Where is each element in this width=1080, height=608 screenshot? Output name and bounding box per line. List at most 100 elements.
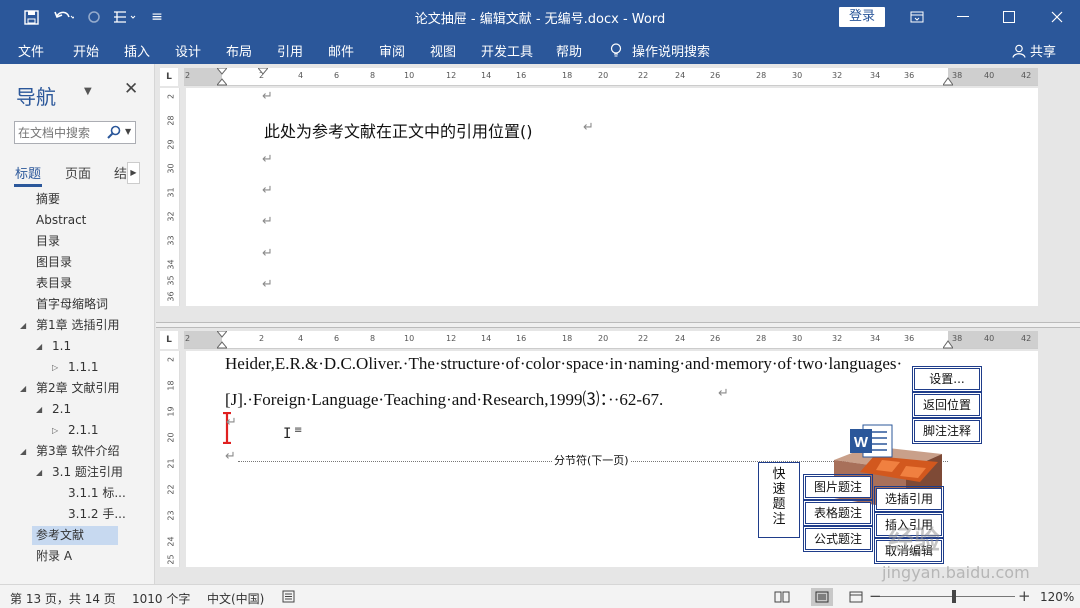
vertical-ruler-bottom[interactable]: 2 18 19 20 21 22 23 24 25 <box>160 351 180 567</box>
tab-home[interactable]: 开始 <box>73 41 99 60</box>
collapse-triangle-icon[interactable]: ◢ <box>20 316 26 335</box>
indent-marker[interactable] <box>217 68 227 86</box>
zoom-in-icon[interactable]: + <box>1018 587 1031 605</box>
tab-insert[interactable]: 插入 <box>124 41 150 60</box>
tab-selector-bottom[interactable]: L <box>160 331 178 349</box>
share-button[interactable]: 共享 <box>1012 41 1056 60</box>
formula-caption-button[interactable]: 公式题注 <box>803 526 873 552</box>
nav-heading-item[interactable]: 2.1 <box>52 400 71 419</box>
word-count[interactable]: 1010 个字 <box>132 590 190 607</box>
search-icon[interactable] <box>107 125 121 139</box>
search-dropdown-icon[interactable]: ▼ <box>125 127 131 136</box>
nav-options-icon[interactable]: ▼ <box>84 86 92 97</box>
figure-caption-button[interactable]: 图片题注 <box>803 474 873 500</box>
nav-heading-item-selected[interactable]: 参考文献 <box>32 526 118 545</box>
nav-heading-item[interactable]: 3.1.1 标... <box>68 484 126 503</box>
return-position-button[interactable]: 返回位置 <box>912 392 982 418</box>
tab-mailings[interactable]: 邮件 <box>328 41 354 60</box>
quick-caption-button[interactable]: 快 速 题 注 <box>758 462 800 538</box>
expand-triangle-icon[interactable]: ▷ <box>52 358 58 377</box>
tab-selector[interactable]: L <box>160 68 178 86</box>
ruler-tick: 30 <box>792 71 803 80</box>
ruler-tick: 19 <box>166 406 176 417</box>
nav-tab-headings[interactable]: 标题 <box>15 163 41 182</box>
footnote-button[interactable]: 脚注注释 <box>912 418 982 444</box>
expand-triangle-icon[interactable]: ▷ <box>52 421 58 440</box>
maximize-icon[interactable] <box>986 0 1032 34</box>
nav-heading-item[interactable]: 2.1.1 <box>68 421 99 440</box>
right-indent-marker[interactable] <box>943 340 953 349</box>
ruler-tick: 6 <box>334 334 340 343</box>
nav-heading-item[interactable]: 3.1 题注引用 <box>52 463 123 482</box>
close-icon[interactable] <box>1034 0 1080 34</box>
minimize-icon[interactable] <box>940 0 986 34</box>
nav-close-icon[interactable]: ✕ <box>124 79 138 99</box>
print-layout-icon[interactable] <box>811 588 833 606</box>
nav-tab-scroll-right-icon[interactable]: ▶ <box>127 162 140 184</box>
nav-heading-item[interactable]: 附录 A <box>36 547 72 566</box>
read-mode-icon[interactable] <box>771 588 793 606</box>
tab-developer[interactable]: 开发工具 <box>481 41 533 60</box>
nav-search-input[interactable] <box>15 122 103 143</box>
citation-location-text[interactable]: 此处为参考文献在正文中的引用位置() <box>264 118 533 142</box>
web-layout-icon[interactable] <box>845 588 867 606</box>
ruler-tick: 29 <box>166 139 176 150</box>
nav-heading-item[interactable]: 1.1 <box>52 337 71 356</box>
nav-heading-item[interactable]: 第2章 文献引用 <box>36 379 119 398</box>
collapse-triangle-icon[interactable]: ◢ <box>36 337 42 356</box>
language-status[interactable]: 中文(中国) <box>207 590 264 607</box>
nav-search-box[interactable]: ▼ <box>14 121 136 144</box>
nav-heading-item[interactable]: 图目录 <box>36 253 72 272</box>
tab-design[interactable]: 设计 <box>175 41 201 60</box>
collapse-triangle-icon[interactable]: ◢ <box>20 379 26 398</box>
collapse-triangle-icon[interactable]: ◢ <box>36 400 42 419</box>
ruler-tick: 10 <box>404 71 415 80</box>
nav-heading-item[interactable]: 第3章 软件介绍 <box>36 442 119 461</box>
nav-tab-pages[interactable]: 页面 <box>65 163 91 182</box>
tab-layout[interactable]: 布局 <box>226 41 252 60</box>
nav-heading-item[interactable]: Abstract <box>36 211 86 230</box>
first-line-indent-marker[interactable] <box>258 68 268 76</box>
nav-tab-results[interactable]: 结 <box>114 163 127 182</box>
tab-references[interactable]: 引用 <box>277 41 303 60</box>
nav-heading-item[interactable]: 摘要 <box>36 190 60 209</box>
nav-heading-item[interactable]: 第1章 选插引用 <box>36 316 119 335</box>
nav-heading-item[interactable]: 3.1.2 手... <box>68 505 126 524</box>
collapse-triangle-icon[interactable]: ◢ <box>36 463 42 482</box>
ruler-tick: 2 <box>166 356 176 363</box>
collapse-triangle-icon[interactable]: ◢ <box>20 442 26 461</box>
right-indent-marker[interactable] <box>943 77 953 86</box>
window-split-bar[interactable] <box>156 322 1080 328</box>
table-caption-button[interactable]: 表格题注 <box>803 500 873 526</box>
tab-review[interactable]: 审阅 <box>379 41 405 60</box>
nav-heading-item[interactable]: 1.1.1 <box>68 358 99 377</box>
nav-heading-item[interactable]: 首字母缩略词 <box>36 295 108 314</box>
ribbon-display-icon[interactable] <box>894 0 940 34</box>
tab-file[interactable]: 文件 <box>18 41 44 60</box>
settings-button[interactable]: 设置... <box>912 366 982 392</box>
ibeam-pointer-icon: I <box>283 426 292 442</box>
select-reference-button[interactable]: 选插引用 <box>874 486 944 512</box>
zoom-level[interactable]: 120% <box>1040 590 1074 604</box>
login-button[interactable]: 登录 <box>839 7 885 27</box>
ruler-tick: 26 <box>710 71 721 80</box>
zoom-slider[interactable] <box>880 596 1015 597</box>
indent-marker[interactable] <box>217 331 227 349</box>
page-count[interactable]: 第 13 页，共 14 页 <box>10 590 116 607</box>
paragraph-mark: ↵ <box>262 89 273 104</box>
tell-me-search[interactable]: 操作说明搜索 <box>610 41 710 60</box>
reference-entry-line1[interactable]: Heider,E.R.&·D.C.Oliver.·The·structure·o… <box>225 354 902 374</box>
tell-me-label: 操作说明搜索 <box>632 45 711 60</box>
horizontal-ruler-bottom[interactable]: 2 2 4 6 8 10 12 14 16 18 20 22 24 26 28 … <box>184 331 1038 349</box>
quick-caption-char: 快 <box>772 467 786 482</box>
nav-heading-item[interactable]: 表目录 <box>36 274 72 293</box>
mini-toolbar-icon[interactable]: ≡ <box>294 425 302 436</box>
macro-record-icon[interactable] <box>282 590 295 606</box>
horizontal-ruler[interactable]: 2 2 4 6 8 10 12 14 16 18 20 22 24 26 28 … <box>184 68 1038 86</box>
tab-help[interactable]: 帮助 <box>556 41 582 60</box>
zoom-slider-thumb[interactable] <box>952 590 956 603</box>
reference-entry-line2[interactable]: [J].·Foreign·Language·Teaching·and·Resea… <box>225 385 663 410</box>
tab-view[interactable]: 视图 <box>430 41 456 60</box>
nav-heading-item[interactable]: 目录 <box>36 232 60 251</box>
vertical-ruler-top[interactable]: 2 28 29 30 31 32 33 34 35 36 <box>160 88 180 306</box>
